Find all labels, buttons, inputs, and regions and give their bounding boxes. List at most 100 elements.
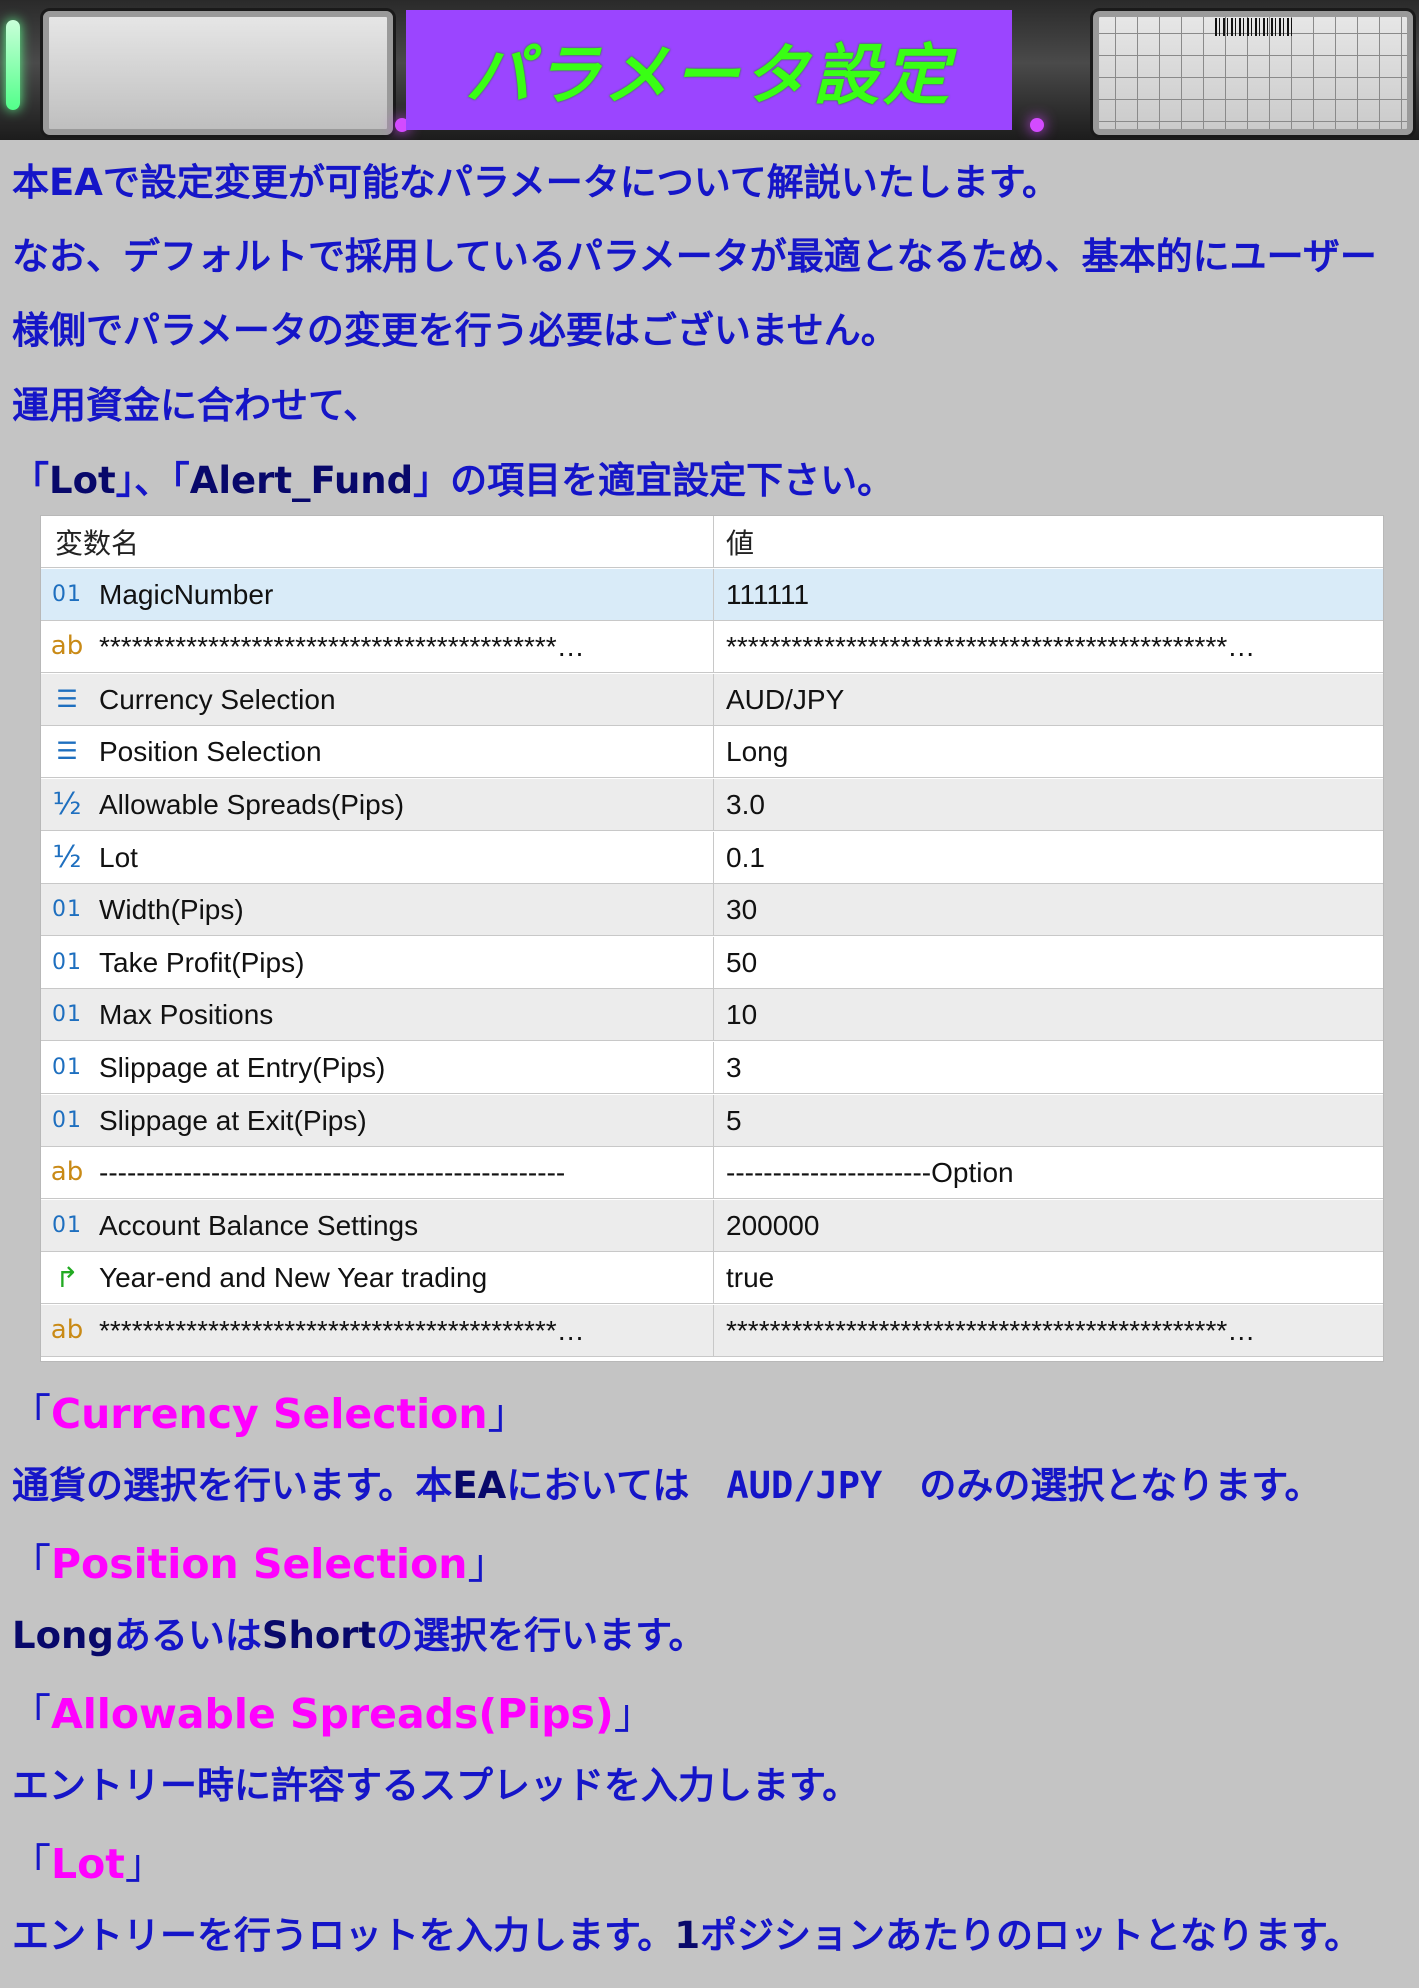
section-heading-spreads: 「Allowable Spreads(Pips)」	[10, 1690, 655, 1738]
variable-value-cell[interactable]: ****************************************…	[714, 1305, 1383, 1356]
table-row[interactable]: ☰ Position Selection Long	[41, 726, 1383, 778]
table-row[interactable]: ab **************************************…	[41, 621, 1383, 673]
variable-name-cell: ab --------------------------------------…	[41, 1147, 714, 1198]
intro-line-3: 様側でパラメータの変更を行う必要はございません。	[12, 309, 898, 352]
variable-name: Slippage at Exit(Pips)	[99, 1104, 367, 1136]
variable-value: 0.1	[726, 841, 765, 873]
string-icon: ab	[50, 1157, 84, 1187]
number-icon: 01	[52, 1054, 82, 1080]
variable-value-cell[interactable]: 30	[714, 884, 1383, 935]
number-icon: 01	[52, 1001, 82, 1027]
table-row[interactable]: 01 Account Balance Settings 200000	[41, 1200, 1383, 1252]
parameters-table: 変数名 値 01 MagicNumber 111111 ab *************…	[40, 515, 1384, 1362]
variable-name-cell: 01 Max Positions	[41, 989, 714, 1040]
variable-value: 5	[726, 1104, 742, 1136]
variable-name: Lot	[99, 841, 138, 873]
table-row[interactable]: 01 Slippage at Exit(Pips) 5	[41, 1095, 1383, 1147]
variable-name: Year-end and New Year trading	[99, 1261, 488, 1293]
double-icon: ½	[52, 786, 82, 822]
table-row[interactable]: ↱ Year-end and New Year trading true	[41, 1252, 1383, 1304]
table-row[interactable]: ½ Allowable Spreads(Pips) 3.0	[41, 779, 1383, 831]
variable-value-cell[interactable]: true	[714, 1252, 1383, 1303]
variable-value-cell[interactable]: Long	[714, 726, 1383, 777]
variable-name: Currency Selection	[99, 683, 336, 715]
variable-value-cell[interactable]: AUD/JPY	[714, 674, 1383, 725]
variable-name: Allowable Spreads(Pips)	[99, 788, 405, 820]
number-icon: 01	[52, 896, 82, 922]
variable-name-cell: ½ Allowable Spreads(Pips)	[41, 779, 714, 830]
variable-name: MagicNumber	[99, 578, 274, 610]
table-row[interactable]: ab **************************************…	[41, 1305, 1383, 1357]
string-icon: ab	[50, 1315, 84, 1345]
table-row[interactable]: ☰ Currency Selection AUD/JPY	[41, 674, 1383, 726]
variable-value: AUD/JPY	[726, 683, 845, 715]
number-icon: 01	[52, 1107, 82, 1133]
alert-fund-keyword: Alert_Fund	[189, 459, 414, 502]
variable-name-cell: 01 MagicNumber	[41, 569, 714, 620]
variable-name: Width(Pips)	[99, 893, 244, 925]
section-heading-currency: 「Currency Selection」	[10, 1390, 529, 1438]
variable-name: Max Positions	[99, 998, 274, 1030]
barcode-decoration	[1215, 18, 1295, 36]
variable-name-cell: ☰ Currency Selection	[41, 674, 714, 725]
table-row[interactable]: 01 Slippage at Entry(Pips) 3	[41, 1042, 1383, 1094]
variable-value: 200000	[726, 1209, 820, 1241]
section-heading-position: 「Position Selection」	[10, 1540, 509, 1588]
variable-value: 50	[726, 946, 758, 978]
variable-value-cell[interactable]: 10	[714, 989, 1383, 1040]
table-row[interactable]: 01 Width(Pips) 30	[41, 884, 1383, 936]
currency-heading-text: Currency Selection	[51, 1390, 488, 1438]
bool-icon: ↱	[55, 1260, 79, 1294]
lot-keyword: Lot	[49, 459, 116, 502]
page-title: パラメータ設定	[464, 37, 954, 114]
enum-icon: ☰	[56, 737, 78, 765]
position-heading-text: Position Selection	[51, 1540, 468, 1588]
bracket: 「	[12, 459, 49, 502]
column-header-name: 変数名	[55, 527, 140, 559]
variable-value-cell[interactable]: ****************************************…	[714, 621, 1383, 672]
variable-name-cell: 01 Account Balance Settings	[41, 1200, 714, 1251]
number-icon: 01	[52, 949, 82, 975]
intro-line-2: なお、デフォルトで採用しているパラメータが最適となるため、基本的にユーザー	[12, 235, 1377, 278]
variable-value-cell[interactable]: 111111	[714, 569, 1383, 620]
variable-name: ----------------------------------------…	[99, 1156, 566, 1188]
variable-value-cell[interactable]: 50	[714, 937, 1383, 988]
variable-value-cell[interactable]: 3.0	[714, 779, 1383, 830]
variable-name: ****************************************…	[99, 630, 585, 662]
column-header-value: 値	[726, 527, 755, 559]
table-header: 変数名 値	[41, 516, 1383, 568]
enum-icon: ☰	[56, 685, 78, 713]
variable-value: true	[726, 1261, 775, 1293]
table-row[interactable]: ab --------------------------------------…	[41, 1147, 1383, 1199]
variable-value-cell[interactable]: 3	[714, 1042, 1383, 1093]
variable-name-cell: ↱ Year-end and New Year trading	[41, 1252, 714, 1303]
table-row[interactable]: 01 Take Profit(Pips) 50	[41, 937, 1383, 989]
variable-value-cell[interactable]: 5	[714, 1095, 1383, 1146]
intro-line-1: 本EAで設定変更が可能なパラメータについて解説いたします。	[12, 161, 1059, 204]
glow-dot	[1030, 118, 1044, 132]
variable-value: 3	[726, 1051, 742, 1083]
variable-value-cell[interactable]: 0.1	[714, 832, 1383, 883]
banner-panel-left	[40, 8, 396, 138]
variable-value: ****************************************…	[726, 1314, 1256, 1346]
header-banner: パラメータ設定	[0, 0, 1419, 140]
variable-value-cell[interactable]: ----------------------Option	[714, 1147, 1383, 1198]
variable-name: ****************************************…	[99, 1314, 585, 1346]
table-row[interactable]: ½ Lot 0.1	[41, 832, 1383, 884]
variable-name-cell: 01 Take Profit(Pips)	[41, 937, 714, 988]
string-icon: ab	[50, 631, 84, 661]
variable-name-cell: ab **************************************…	[41, 1305, 714, 1356]
variable-value-cell[interactable]: 200000	[714, 1200, 1383, 1251]
variable-value: 10	[726, 998, 758, 1030]
glow-accent	[6, 20, 20, 110]
variable-value: 111111	[726, 578, 810, 610]
variable-name-cell: ½ Lot	[41, 832, 714, 883]
intro-line-4: 運用資金に合わせて、	[12, 384, 381, 427]
variable-value: Long	[726, 735, 789, 767]
variable-value: 3.0	[726, 788, 765, 820]
table-row[interactable]: 01 Max Positions 10	[41, 989, 1383, 1041]
variable-name: Slippage at Entry(Pips)	[99, 1051, 386, 1083]
table-row[interactable]: 01 MagicNumber 111111	[41, 569, 1383, 621]
variable-name-cell: 01 Slippage at Entry(Pips)	[41, 1042, 714, 1093]
number-icon: 01	[52, 1212, 82, 1238]
